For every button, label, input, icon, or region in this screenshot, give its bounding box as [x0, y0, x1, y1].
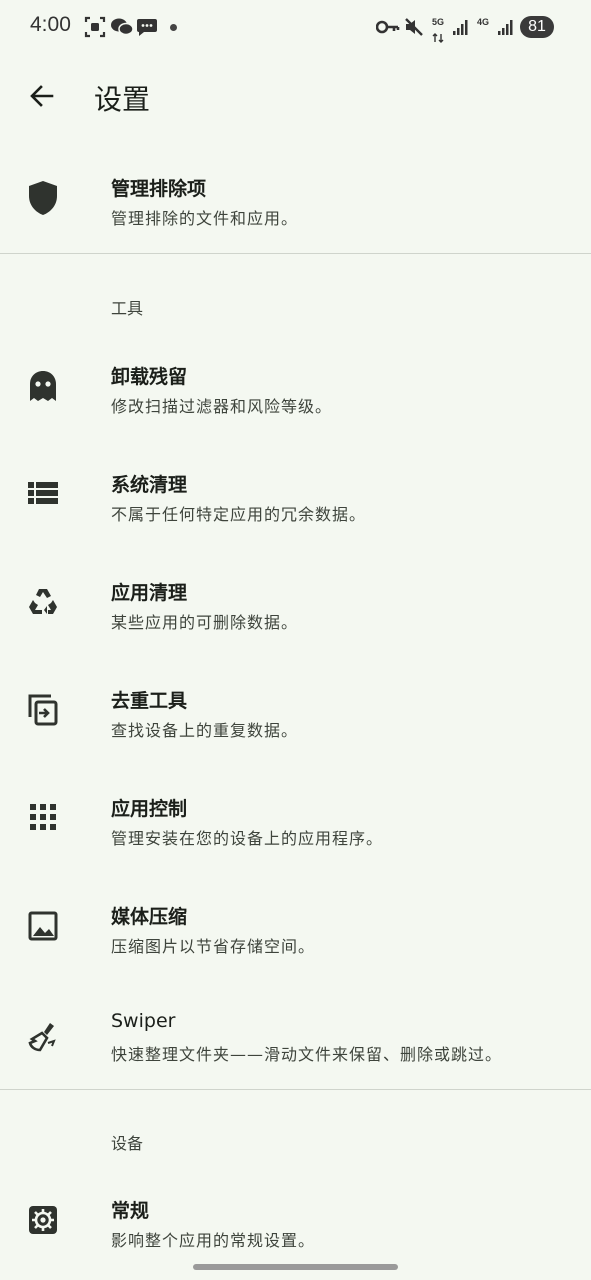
- divider: [0, 253, 591, 254]
- settings-item-corpse-finder[interactable]: 卸载残留 修改扫描过滤器和风险等级。: [0, 336, 591, 436]
- divider: [0, 1089, 591, 1090]
- settings-item-subtitle: 压缩图片以节省存储空间。: [111, 937, 316, 956]
- signal-icon-1: [452, 18, 470, 40]
- settings-item-app-control[interactable]: 应用控制 管理安装在您的设备上的应用程序。: [0, 768, 591, 868]
- status-bar: 4:00 5G 4G 81: [0, 0, 591, 56]
- settings-item-subtitle: 管理排除的文件和应用。: [111, 209, 299, 228]
- section-header-tools: 工具: [111, 299, 144, 318]
- duplicate-icon: [24, 691, 62, 729]
- image-icon: [24, 907, 62, 945]
- message-icon: [136, 16, 158, 42]
- recycle-icon: [24, 583, 62, 621]
- gesture-navigation-bar[interactable]: [193, 1264, 398, 1270]
- settings-item-subtitle: 影响整个应用的常规设置。: [111, 1231, 316, 1250]
- list-icon: [24, 474, 62, 512]
- battery-indicator: 81: [520, 16, 554, 38]
- settings-screen: 4:00 5G 4G 81 设置 管理排除项 管理排除的文件和应用。 工具 卸载…: [0, 0, 591, 1280]
- app-bar: 设置: [0, 56, 591, 138]
- settings-item-app-cleaner[interactable]: 应用清理 某些应用的可删除数据。: [0, 552, 591, 652]
- settings-item-label: 管理排除项: [111, 178, 207, 200]
- broom-icon: [24, 1018, 62, 1056]
- screenshot-icon: [84, 16, 106, 42]
- back-button[interactable]: [18, 76, 66, 116]
- settings-item-label: Swiper: [111, 1010, 176, 1032]
- settings-item-label: 系统清理: [111, 474, 188, 496]
- section-header-device: 设备: [111, 1134, 144, 1153]
- settings-item-subtitle: 管理安装在您的设备上的应用程序。: [111, 829, 384, 848]
- settings-item-deduplicator[interactable]: 去重工具 查找设备上的重复数据。: [0, 660, 591, 760]
- page-title: 设置: [94, 83, 151, 116]
- settings-item-subtitle: 不属于任何特定应用的冗余数据。: [111, 505, 367, 524]
- shield-icon: [24, 179, 62, 217]
- apps-grid-icon: [24, 798, 62, 836]
- settings-item-exclusions[interactable]: 管理排除项 管理排除的文件和应用。: [0, 148, 591, 248]
- data-arrows-icon: [432, 28, 444, 47]
- signal-icon-2: [497, 18, 515, 40]
- settings-item-label: 应用清理: [111, 582, 188, 604]
- settings-item-swiper[interactable]: Swiper 快速整理文件夹——滑动文件来保留、删除或跳过。: [0, 984, 591, 1084]
- settings-item-media-compressor[interactable]: 媒体压缩 压缩图片以节省存储空间。: [0, 876, 591, 976]
- settings-item-system-cleaner[interactable]: 系统清理 不属于任何特定应用的冗余数据。: [0, 444, 591, 544]
- wechat-icon: [110, 16, 134, 42]
- settings-item-label: 去重工具: [111, 690, 188, 712]
- ghost-icon: [24, 367, 62, 405]
- network-5g-label: 5G: [432, 17, 445, 27]
- arrow-back-icon: [30, 85, 54, 107]
- status-time: 4:00: [30, 13, 71, 36]
- settings-item-label: 媒体压缩: [111, 906, 188, 928]
- settings-item-subtitle: 查找设备上的重复数据。: [111, 721, 299, 740]
- network-4g-label: 4G: [477, 17, 490, 27]
- settings-item-subtitle: 修改扫描过滤器和风险等级。: [111, 397, 333, 416]
- settings-item-general[interactable]: 常规 影响整个应用的常规设置。: [0, 1170, 591, 1270]
- settings-item-subtitle: 某些应用的可删除数据。: [111, 613, 299, 632]
- settings-item-label: 卸载残留: [111, 366, 188, 388]
- settings-item-label: 应用控制: [111, 798, 188, 820]
- settings-item-label: 常规: [111, 1200, 150, 1222]
- settings-item-subtitle: 快速整理文件夹——滑动文件来保留、删除或跳过。: [111, 1045, 503, 1064]
- mute-icon: [404, 17, 424, 41]
- vpn-key-icon: [375, 19, 400, 39]
- notification-dot: [170, 24, 177, 31]
- gear-icon: [24, 1201, 62, 1239]
